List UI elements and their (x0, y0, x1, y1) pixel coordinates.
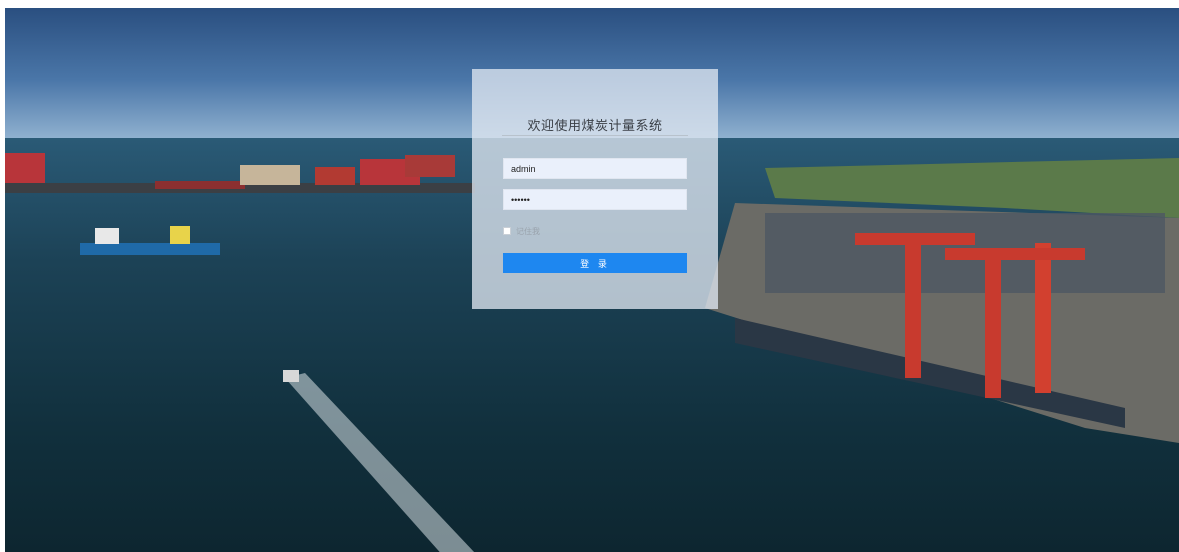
remember-me-checkbox[interactable] (503, 227, 511, 235)
background-container-terminal (705, 158, 1179, 443)
remember-me[interactable]: 记住我 (503, 225, 540, 237)
background-ship (80, 226, 220, 255)
title-divider (502, 135, 688, 136)
background-far-port (5, 153, 475, 193)
remember-me-label: 记住我 (516, 226, 540, 236)
background-boat-wake (283, 370, 475, 552)
login-panel: 欢迎使用煤炭计量系统 记住我 登 录 (472, 69, 718, 309)
username-input[interactable] (503, 158, 687, 179)
login-title: 欢迎使用煤炭计量系统 (527, 119, 663, 134)
login-button[interactable]: 登 录 (503, 253, 687, 273)
password-input[interactable] (503, 189, 687, 210)
